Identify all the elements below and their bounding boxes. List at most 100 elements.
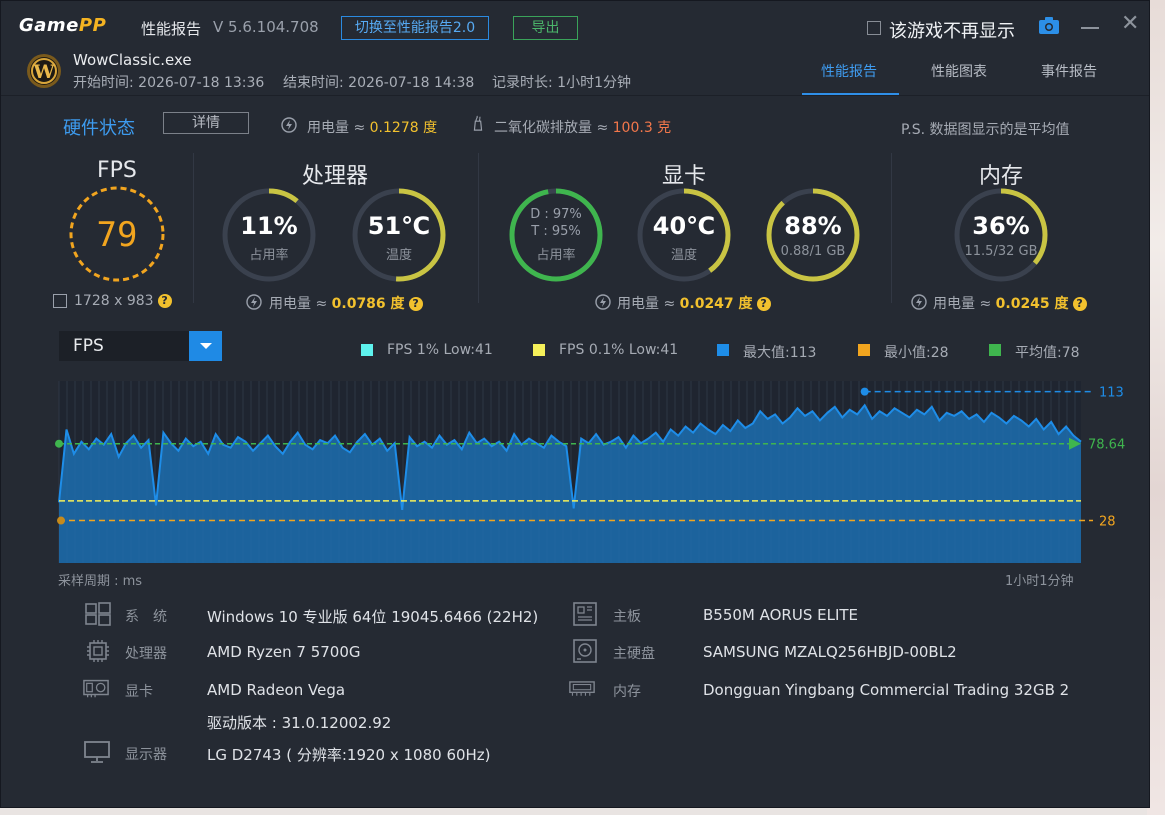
version-label: V 5.6.104.708 [213,18,319,36]
legend-swatch [361,344,373,356]
help-icon[interactable]: ? [408,297,423,311]
tab-performance-report[interactable]: 性能报告 [821,61,877,81]
end-time: 结束时间: 2026-07-18 14:38 [283,75,475,91]
min-marker [57,516,65,525]
gpu-usage-d: D : 97% [530,207,582,222]
gpu-driver-version: 驱动版本 : 31.0.12002.92 [207,714,392,732]
gpu-icon [83,679,109,698]
power-icon [281,117,297,133]
wow-game-icon: W [27,54,61,88]
divider [891,153,892,303]
legend-fps-1-low: FPS 1% Low:41 [387,342,493,358]
metric-select-value[interactable]: FPS [73,336,104,356]
os-label: 系 统 [125,609,167,625]
gpu-label: 显卡 [125,684,153,700]
legend-swatch [533,344,545,356]
minimize-button[interactable] [1081,27,1099,29]
fps-chart: 113 78.64 28 [55,381,1125,563]
os-value: Windows 10 专业版 64位 19045.6466 (22H2) [207,608,539,626]
min-value-label: 28 [1099,515,1116,530]
hide-game-label[interactable]: 该游戏不再显示 [889,17,1015,43]
avg-marker [55,439,63,448]
fps-title: FPS [97,158,137,183]
export-button[interactable]: 导出 [513,16,578,40]
cpu-icon [87,640,109,662]
chart-note: P.S. 数据图显示的是平均值 [901,122,1070,138]
memory-usage-value: 36% [972,212,1030,240]
resolution-icon [53,294,67,308]
gpu-temp-label: 温度 [670,248,697,263]
cpu-label: 处理器 [125,646,167,662]
fps-value: 79 [97,215,138,255]
gpu-temp-value: 40℃ [652,212,716,240]
header-divider [1,95,1149,96]
memory-power: 用电量 ≈ 0.0245 度? [933,293,1087,313]
window-title: 性能报告 [141,20,202,38]
total-power: 用电量 ≈ 0.1278 度 [307,120,438,136]
record-duration: 记录时长: 1小时1分钟 [492,75,631,91]
disk-label: 主硬盘 [613,646,655,662]
camera-icon[interactable] [1039,17,1059,34]
divider [478,153,479,303]
co2-icon [473,115,483,131]
power-icon [595,294,611,310]
divider [193,153,194,303]
legend-swatch [717,344,729,356]
help-icon[interactable]: ? [1072,297,1087,311]
gpu-usage-t: T : 95% [531,224,581,239]
legend-max: 最大值:113 [743,345,817,361]
memory-label: 内存 [613,684,641,700]
legend-min: 最小值:28 [884,345,949,361]
chevron-down-icon [200,343,212,349]
gpu-value: AMD Radeon Vega [207,681,346,699]
help-icon[interactable]: ? [157,294,172,308]
cpu-usage-label: 占用率 [249,248,289,263]
gpu-usage-label: 占用率 [536,248,576,263]
svg-text:W: W [32,61,55,83]
duration-label: 1小时1分钟 [1005,574,1074,589]
legend-swatch [858,344,870,356]
sample-period-label: 采样周期 : ms [58,574,143,589]
motherboard-value: B550M AORUS ELITE [703,606,859,624]
help-icon[interactable]: ? [756,297,771,311]
gamepp-logo: GamePP [19,15,107,36]
close-button[interactable]: ✕ [1121,13,1139,35]
detail-button[interactable]: 详情 [163,112,249,134]
cpu-value: AMD Ryzen 7 5700G [207,643,361,661]
memory-value: Dongguan Yingbang Commercial Trading 32G… [703,681,1070,699]
hardware-status-title: 硬件状态 [63,118,135,139]
max-marker [860,387,869,396]
monitor-value: LG D2743 ( 分辨率:1920 x 1080 60Hz) [207,746,491,764]
motherboard-icon [573,602,597,626]
co2-emission: 二氧化碳排放量 ≈ 100.3 克 [494,120,672,136]
disk-icon [573,639,597,663]
cpu-usage-value: 11% [240,212,298,240]
memory-usage-label: 11.5/32 GB [964,244,1038,259]
game-exe-name: WowClassic.exe [73,51,192,69]
monitor-icon [84,741,110,763]
tab-performance-chart[interactable]: 性能图表 [931,61,987,81]
cpu-temp-value: 51℃ [367,212,431,240]
switch-report-button[interactable]: 切换至性能报告2.0 [341,16,489,40]
fps-gauge: 79 [69,186,165,282]
gpu-vram-value: 88% [784,212,842,240]
power-icon [246,294,262,310]
disk-value: SAMSUNG MZALQ256HBJD-00BL2 [703,643,957,661]
tab-event-report[interactable]: 事件报告 [1041,61,1097,81]
monitor-label: 显示器 [125,747,167,763]
gpu-power: 用电量 ≈ 0.0247 度? [617,293,771,313]
max-value-label: 113 [1099,386,1124,401]
power-icon [911,294,927,310]
gpu-vram-label: 0.88/1 GB [780,244,846,259]
legend-fps-01-low: FPS 0.1% Low:41 [559,342,679,358]
motherboard-label: 主板 [613,609,641,625]
start-time: 开始时间: 2026-07-18 13:36 [73,75,265,91]
cpu-power: 用电量 ≈ 0.0786 度? [269,293,423,313]
legend-avg: 平均值:78 [1015,345,1080,361]
windows-icon [85,602,111,626]
cpu-temp-label: 温度 [385,248,412,263]
hide-game-checkbox[interactable] [867,21,881,35]
gamepp-window: GamePP 性能报告 V 5.6.104.708 切换至性能报告2.0 导出 … [0,0,1150,808]
legend-swatch [989,344,1001,356]
memory-icon [569,681,595,696]
